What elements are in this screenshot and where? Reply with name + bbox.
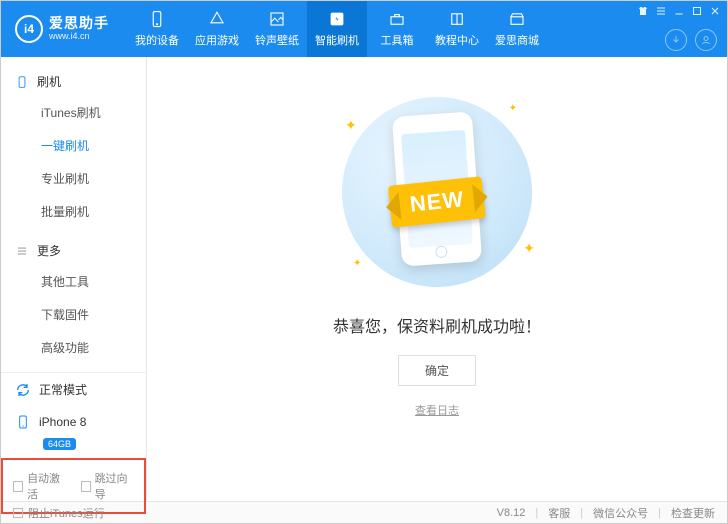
app-header: i4 爱思助手 www.i4.cn 我的设备 应用游戏 铃声壁纸 智能刷机 工具… xyxy=(1,1,727,57)
header-actions xyxy=(665,29,717,51)
download-button[interactable] xyxy=(665,29,687,51)
brand-name: 爱思助手 xyxy=(49,16,109,31)
toolbox-icon xyxy=(388,10,406,28)
logo-icon: i4 xyxy=(15,15,43,43)
user-button[interactable] xyxy=(695,29,717,51)
tshirt-icon[interactable] xyxy=(637,5,649,17)
footer-wechat[interactable]: 微信公众号 xyxy=(593,505,648,521)
success-illustration: NEW ✦✦✦✦ xyxy=(327,97,547,287)
sidebar-group-more[interactable]: 更多 xyxy=(1,236,146,265)
nav-ringtones[interactable]: 铃声壁纸 xyxy=(247,1,307,57)
mode-row[interactable]: 正常模式 xyxy=(1,373,146,406)
sidebar-item-advanced[interactable]: 高级功能 xyxy=(1,331,146,364)
view-log-link[interactable]: 查看日志 xyxy=(415,402,459,418)
footer-support[interactable]: 客服 xyxy=(548,505,570,521)
storage-badge: 64GB xyxy=(43,438,76,450)
sidebar-item-download-fw[interactable]: 下载固件 xyxy=(1,298,146,331)
window-controls xyxy=(637,5,721,17)
main-nav: 我的设备 应用游戏 铃声壁纸 智能刷机 工具箱 教程中心 爱思商城 xyxy=(127,1,547,57)
chk-block-itunes[interactable]: 阻止iTunes运行 xyxy=(13,505,105,521)
app-logo: i4 爱思助手 www.i4.cn xyxy=(15,15,109,43)
apps-icon xyxy=(208,10,226,28)
sidebar-item-oneclick-flash[interactable]: 一键刷机 xyxy=(1,129,146,162)
wallpaper-icon xyxy=(268,10,286,28)
close-icon[interactable] xyxy=(709,5,721,17)
store-icon xyxy=(508,10,526,28)
flash-icon xyxy=(328,10,346,28)
chk-skip-wizard[interactable]: 跳过向导 xyxy=(81,470,135,502)
device-row[interactable]: iPhone 8 xyxy=(1,406,146,438)
sidebar-item-other-tools[interactable]: 其他工具 xyxy=(1,265,146,298)
refresh-icon xyxy=(15,382,31,398)
device-name: iPhone 8 xyxy=(39,415,86,429)
success-message: 恭喜您，保资料刷机成功啦！ xyxy=(333,313,541,337)
device-status-panel: 正常模式 iPhone 8 64GB xyxy=(1,372,146,458)
menu-icon[interactable] xyxy=(655,5,667,17)
sidebar-item-batch-flash[interactable]: 批量刷机 xyxy=(1,195,146,228)
sidebar-item-pro-flash[interactable]: 专业刷机 xyxy=(1,162,146,195)
device-icon xyxy=(15,414,31,430)
sidebar: 刷机 iTunes刷机 一键刷机 专业刷机 批量刷机 更多 其他工具 下载固件 … xyxy=(1,57,147,501)
main-panel: NEW ✦✦✦✦ 恭喜您，保资料刷机成功啦！ 确定 查看日志 xyxy=(147,57,727,501)
version-label: V8.12 xyxy=(497,507,526,519)
nav-apps-games[interactable]: 应用游戏 xyxy=(187,1,247,57)
nav-my-device[interactable]: 我的设备 xyxy=(127,1,187,57)
phone-icon xyxy=(148,10,166,28)
list-icon xyxy=(15,244,29,258)
sidebar-item-itunes-flash[interactable]: iTunes刷机 xyxy=(1,96,146,129)
ok-button[interactable]: 确定 xyxy=(398,355,476,386)
sidebar-group-flash[interactable]: 刷机 xyxy=(1,67,146,96)
maximize-icon[interactable] xyxy=(691,5,703,17)
minimize-icon[interactable] xyxy=(673,5,685,17)
phone-outline-icon xyxy=(15,75,29,89)
storage-row: 64GB xyxy=(1,438,146,458)
brand-sub: www.i4.cn xyxy=(49,32,109,42)
mode-label: 正常模式 xyxy=(39,381,87,398)
nav-tutorials[interactable]: 教程中心 xyxy=(427,1,487,57)
nav-store[interactable]: 爱思商城 xyxy=(487,1,547,57)
nav-smart-flash[interactable]: 智能刷机 xyxy=(307,1,367,57)
book-icon xyxy=(448,10,466,28)
footer-update[interactable]: 检查更新 xyxy=(671,505,715,521)
nav-toolbox[interactable]: 工具箱 xyxy=(367,1,427,57)
chk-auto-activate[interactable]: 自动激活 xyxy=(13,470,67,502)
